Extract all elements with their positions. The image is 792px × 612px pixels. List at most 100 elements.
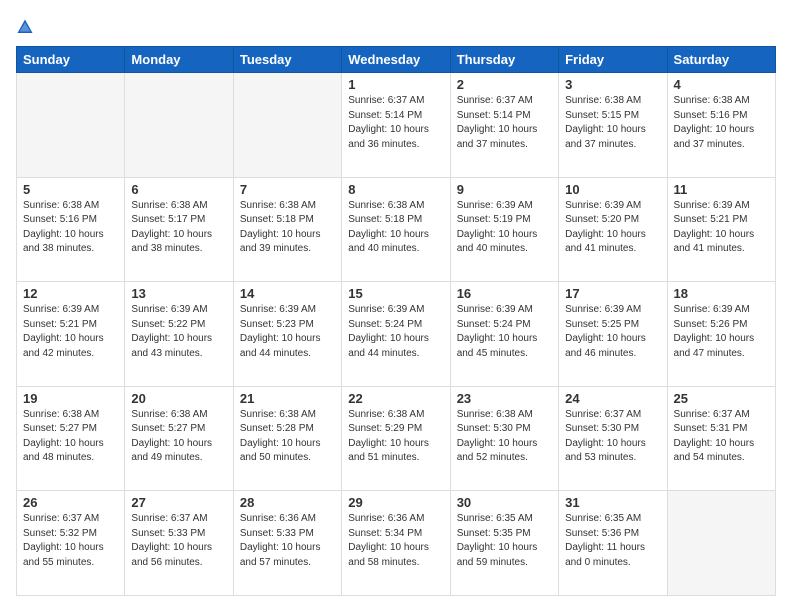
page: SundayMondayTuesdayWednesdayThursdayFrid… [0,0,792,612]
day-number: 23 [457,391,552,406]
day-number: 19 [23,391,118,406]
day-number: 18 [674,286,769,301]
day-number: 8 [348,182,443,197]
day-cell: 15 Sunrise: 6:39 AM Sunset: 5:24 PM Dayli… [342,282,450,387]
day-info: Sunrise: 6:39 AM Sunset: 5:21 PM Dayligh… [674,199,769,257]
day-info: Sunrise: 6:39 AM Sunset: 5:22 PM Dayligh… [131,303,226,361]
day-cell: 10 Sunrise: 6:39 AM Sunset: 5:20 PM Dayli… [559,177,667,282]
header [16,16,776,36]
day-number: 3 [565,77,660,92]
day-info: Sunrise: 6:39 AM Sunset: 5:25 PM Dayligh… [565,303,660,361]
weekday-tuesday: Tuesday [233,47,341,73]
day-number: 21 [240,391,335,406]
day-number: 16 [457,286,552,301]
logo-icon [16,18,34,36]
day-info: Sunrise: 6:36 AM Sunset: 5:34 PM Dayligh… [348,512,443,570]
day-number: 15 [348,286,443,301]
day-number: 1 [348,77,443,92]
week-row-1: 5Sunrise: 6:38 AM Sunset: 5:16 PM Daylig… [17,177,776,282]
day-info: Sunrise: 6:37 AM Sunset: 5:32 PM Dayligh… [23,512,118,570]
day-cell: 9 Sunrise: 6:39 AM Sunset: 5:19 PM Daylig… [450,177,558,282]
day-info: Sunrise: 6:39 AM Sunset: 5:19 PM Dayligh… [457,199,552,257]
day-number: 2 [457,77,552,92]
day-number: 12 [23,286,118,301]
day-info: Sunrise: 6:38 AM Sunset: 5:17 PM Dayligh… [131,199,226,257]
day-cell: 7Sunrise: 6:38 AM Sunset: 5:18 PM Daylig… [233,177,341,282]
day-info: Sunrise: 6:36 AM Sunset: 5:33 PM Dayligh… [240,512,335,570]
day-cell: 19 Sunrise: 6:38 AM Sunset: 5:27 PM Dayli… [17,386,125,491]
day-info: Sunrise: 6:38 AM Sunset: 5:30 PM Dayligh… [457,408,552,466]
day-number: 6 [131,182,226,197]
day-info: Sunrise: 6:39 AM Sunset: 5:24 PM Dayligh… [348,303,443,361]
day-cell: 29 Sunrise: 6:36 AM Sunset: 5:34 PM Dayli… [342,491,450,596]
day-info: Sunrise: 6:39 AM Sunset: 5:21 PM Dayligh… [23,303,118,361]
day-cell: 30 Sunrise: 6:35 AM Sunset: 5:35 PM Dayli… [450,491,558,596]
day-number: 17 [565,286,660,301]
day-info: Sunrise: 6:38 AM Sunset: 5:18 PM Dayligh… [240,199,335,257]
day-info: Sunrise: 6:38 AM Sunset: 5:16 PM Dayligh… [674,94,769,152]
day-cell: 2 Sunrise: 6:37 AM Sunset: 5:14 PM Daylig… [450,73,558,178]
day-cell: 3 Sunrise: 6:38 AM Sunset: 5:15 PM Daylig… [559,73,667,178]
day-info: Sunrise: 6:39 AM Sunset: 5:23 PM Dayligh… [240,303,335,361]
day-cell: 24Sunrise: 6:37 AM Sunset: 5:30 PM Dayli… [559,386,667,491]
day-cell: 27 Sunrise: 6:37 AM Sunset: 5:33 PM Dayli… [125,491,233,596]
day-number: 29 [348,495,443,510]
day-number: 14 [240,286,335,301]
day-cell: 22Sunrise: 6:38 AM Sunset: 5:29 PM Dayli… [342,386,450,491]
day-number: 24 [565,391,660,406]
day-cell: 16 Sunrise: 6:39 AM Sunset: 5:24 PM Dayli… [450,282,558,387]
day-cell: 6 Sunrise: 6:38 AM Sunset: 5:17 PM Daylig… [125,177,233,282]
day-info: Sunrise: 6:38 AM Sunset: 5:15 PM Dayligh… [565,94,660,152]
weekday-thursday: Thursday [450,47,558,73]
day-number: 10 [565,182,660,197]
day-cell: 1 Sunrise: 6:37 AM Sunset: 5:14 PM Daylig… [342,73,450,178]
day-number: 27 [131,495,226,510]
calendar: SundayMondayTuesdayWednesdayThursdayFrid… [16,46,776,596]
day-info: Sunrise: 6:38 AM Sunset: 5:28 PM Dayligh… [240,408,335,466]
day-number: 13 [131,286,226,301]
day-cell [17,73,125,178]
logo [16,16,38,36]
weekday-header-row: SundayMondayTuesdayWednesdayThursdayFrid… [17,47,776,73]
day-cell: 13 Sunrise: 6:39 AM Sunset: 5:22 PM Dayli… [125,282,233,387]
day-number: 9 [457,182,552,197]
day-number: 25 [674,391,769,406]
day-info: Sunrise: 6:35 AM Sunset: 5:35 PM Dayligh… [457,512,552,570]
week-row-0: 1 Sunrise: 6:37 AM Sunset: 5:14 PM Daylig… [17,73,776,178]
day-cell: 28 Sunrise: 6:36 AM Sunset: 5:33 PM Dayli… [233,491,341,596]
day-cell: 21 Sunrise: 6:38 AM Sunset: 5:28 PM Dayli… [233,386,341,491]
day-cell: 25 Sunrise: 6:37 AM Sunset: 5:31 PM Dayli… [667,386,775,491]
day-info: Sunrise: 6:38 AM Sunset: 5:27 PM Dayligh… [23,408,118,466]
weekday-wednesday: Wednesday [342,47,450,73]
day-info: Sunrise: 6:38 AM Sunset: 5:27 PM Dayligh… [131,408,226,466]
day-cell [667,491,775,596]
day-cell: 11Sunrise: 6:39 AM Sunset: 5:21 PM Dayli… [667,177,775,282]
day-info: Sunrise: 6:38 AM Sunset: 5:18 PM Dayligh… [348,199,443,257]
day-info: Sunrise: 6:37 AM Sunset: 5:33 PM Dayligh… [131,512,226,570]
day-cell: 17 Sunrise: 6:39 AM Sunset: 5:25 PM Dayli… [559,282,667,387]
day-info: Sunrise: 6:38 AM Sunset: 5:29 PM Dayligh… [348,408,443,466]
day-cell: 20 Sunrise: 6:38 AM Sunset: 5:27 PM Dayli… [125,386,233,491]
day-cell [233,73,341,178]
day-info: Sunrise: 6:37 AM Sunset: 5:14 PM Dayligh… [457,94,552,152]
day-info: Sunrise: 6:39 AM Sunset: 5:20 PM Dayligh… [565,199,660,257]
day-info: Sunrise: 6:37 AM Sunset: 5:14 PM Dayligh… [348,94,443,152]
day-cell: 26 Sunrise: 6:37 AM Sunset: 5:32 PM Dayli… [17,491,125,596]
day-cell: 5Sunrise: 6:38 AM Sunset: 5:16 PM Daylig… [17,177,125,282]
day-info: Sunrise: 6:39 AM Sunset: 5:26 PM Dayligh… [674,303,769,361]
day-number: 4 [674,77,769,92]
day-number: 26 [23,495,118,510]
day-cell: 8 Sunrise: 6:38 AM Sunset: 5:18 PM Daylig… [342,177,450,282]
day-number: 5 [23,182,118,197]
day-number: 30 [457,495,552,510]
day-info: Sunrise: 6:39 AM Sunset: 5:24 PM Dayligh… [457,303,552,361]
day-number: 28 [240,495,335,510]
day-cell: 31Sunrise: 6:35 AM Sunset: 5:36 PM Dayli… [559,491,667,596]
day-cell: 14 Sunrise: 6:39 AM Sunset: 5:23 PM Dayli… [233,282,341,387]
day-number: 20 [131,391,226,406]
weekday-friday: Friday [559,47,667,73]
day-cell: 12 Sunrise: 6:39 AM Sunset: 5:21 PM Dayli… [17,282,125,387]
day-info: Sunrise: 6:37 AM Sunset: 5:31 PM Dayligh… [674,408,769,466]
weekday-sunday: Sunday [17,47,125,73]
day-cell: 18 Sunrise: 6:39 AM Sunset: 5:26 PM Dayli… [667,282,775,387]
